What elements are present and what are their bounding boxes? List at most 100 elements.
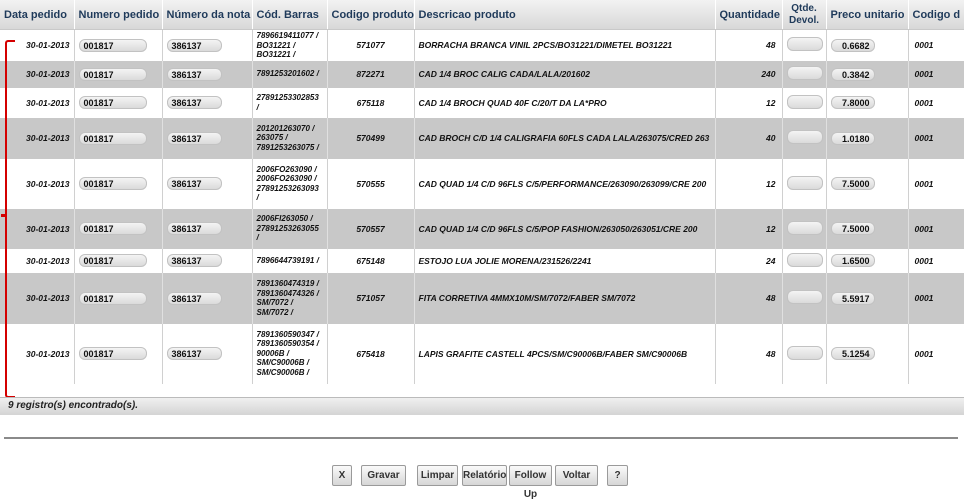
table-row[interactable]: 30-01-2013 001817 386137 2006FO263090 / 200… [0,158,964,209]
records-count-text: 9 registro(s) encontrado(s). [8,400,139,411]
cell-order: 001817 [74,87,163,118]
cell-description: CAD 1/4 BROCH QUAD 40F C/20/T DA LA*PRO [414,87,716,118]
cell-order: 001817 [74,272,163,324]
table-row[interactable]: 30-01-2013 001817 386137 27891253302853 /67… [0,87,964,118]
cell-invoice: 386137 [162,208,253,249]
cell-returned [782,60,827,88]
col-header-qtde-devol[interactable]: Qtde. Devol. [782,0,827,30]
cell-order: 001817 [74,29,163,61]
table-row[interactable]: 30-01-2013 001817 386137 7891360590347 / 78… [0,323,964,384]
table-row[interactable]: 30-01-2013 001817 386137 201201263070 / 263… [0,117,964,159]
col-header-descricao-produto[interactable]: Descricao produto [414,0,716,30]
clear-button[interactable]: Limpar [417,465,458,486]
cell-product-code: 570555 [327,158,415,209]
cell-description: LAPIS GRAFITE CASTELL 4PCS/SM/C90006B/FA… [414,323,716,384]
cell-order: 001817 [74,323,163,384]
table-row[interactable]: 30-01-2013 001817 386137 7891253201602 /872… [0,60,964,88]
cell-code: 0001 [908,158,964,209]
cell-code: 0001 [908,272,964,324]
follow-up-button[interactable]: Follow Up [509,465,552,500]
returned-qty-input[interactable] [786,66,823,80]
returned-qty-input[interactable] [786,175,823,190]
table-row[interactable]: 30-01-2013 001817 386137 7896644739191 /675… [0,248,964,273]
cell-returned [782,323,827,384]
invoice-number-field: 386137 [166,347,222,360]
unit-price-field: 0.6682 [830,38,875,52]
order-number-field: 001817 [78,131,147,145]
cell-quantity: 48 [715,323,783,384]
cell-unit-price: 5.1254 [826,323,909,384]
invoice-number-field: 386137 [166,254,222,267]
cell-barcode: 2006FI263050 / 27891253263055 / [252,208,328,249]
cell-returned [782,87,827,118]
cell-product-code: 570499 [327,117,415,159]
order-number-field: 001817 [78,96,147,109]
invoice-number-field: 386137 [166,177,222,190]
back-button[interactable]: Voltar [555,465,598,486]
table-row[interactable]: 30-01-2013 001817 386137 2006FI263050 / 278… [0,208,964,249]
invoice-number-field: 386137 [166,67,222,81]
cell-quantity: 12 [715,87,783,118]
order-number-field: 001817 [78,67,147,81]
col-header-preco-unitario[interactable]: Preco unitario [826,0,909,30]
order-number-field: 001817 [78,222,147,235]
cell-quantity: 240 [715,60,783,88]
cell-barcode: 7891360474319 / 7891360474326 / SM/7072 … [252,272,328,324]
cell-invoice: 386137 [162,87,253,118]
unit-price-field: 7.5000 [830,177,875,190]
cell-unit-price: 1.0180 [826,117,909,159]
records-footer: 9 registro(s) encontrado(s). [0,397,964,415]
returned-qty-input[interactable] [786,94,823,109]
returned-qty-input[interactable] [786,130,823,144]
col-header-quantidade[interactable]: Quantidade [715,0,783,30]
cell-barcode: 7891360590347 / 7891360590354 / 90006B /… [252,323,328,384]
unit-price-field: 7.5000 [830,222,875,235]
table-body: 30-01-2013 001817 386137 7896619411077 / BO… [0,29,964,384]
highlight-bracket [5,40,15,398]
cell-unit-price: 0.3842 [826,60,909,88]
col-header-cod-barras[interactable]: Cód. Barras [252,0,328,30]
returned-qty-input[interactable] [786,220,823,235]
col-header-codigo[interactable]: Codigo d [908,0,964,30]
cell-invoice: 386137 [162,60,253,88]
invoice-number-field: 386137 [166,96,222,109]
save-button[interactable]: Gravar [361,465,406,486]
cell-description: CAD BROCH C/D 1/4 CALIGRAFIA 60FLS CADA … [414,117,716,159]
table-row[interactable]: 30-01-2013 001817 386137 7891360474319 / 78… [0,272,964,324]
cell-product-code: 571057 [327,272,415,324]
cell-code: 0001 [908,29,964,61]
close-button[interactable]: X [332,465,352,486]
returned-qty-input[interactable] [786,345,823,360]
cell-code: 0001 [908,87,964,118]
highlight-bracket-tick [1,214,6,217]
returned-qty-input[interactable] [786,37,823,52]
cell-barcode: 2006FO263090 / 2006FO263090 / 2789125326… [252,158,328,209]
returned-qty-input[interactable] [786,290,823,304]
report-button[interactable]: Relatório [462,465,507,486]
returned-qty-input[interactable] [786,252,823,267]
cell-quantity: 12 [715,158,783,209]
cell-returned [782,158,827,209]
cell-barcode: 7896644739191 / [252,248,328,273]
cell-quantity: 48 [715,29,783,61]
unit-price-field: 7.8000 [830,96,875,109]
cell-invoice: 386137 [162,158,253,209]
cell-barcode: 7896619411077 / BO31221 / BO31221 / [252,29,328,61]
col-header-data-pedido[interactable]: Data pedido [0,0,75,30]
cell-order: 001817 [74,248,163,273]
cell-returned [782,248,827,273]
col-header-numero-pedido[interactable]: Numero pedido [74,0,163,30]
table-row[interactable]: 30-01-2013 001817 386137 7896619411077 / BO… [0,29,964,61]
unit-price-field: 0.3842 [830,67,875,81]
help-button[interactable]: ? [607,465,628,486]
cell-returned [782,272,827,324]
cell-product-code: 675418 [327,323,415,384]
cell-description: BORRACHA BRANCA VINIL 2PCS/BO31221/DIMET… [414,29,716,61]
unit-price-field: 5.1254 [830,347,875,360]
cell-product-code: 571077 [327,29,415,61]
col-header-numero-nota[interactable]: Número da nota [162,0,253,30]
col-header-codigo-produto[interactable]: Codigo produto [327,0,415,30]
cell-order: 001817 [74,117,163,159]
cell-invoice: 386137 [162,29,253,61]
cell-code: 0001 [908,323,964,384]
